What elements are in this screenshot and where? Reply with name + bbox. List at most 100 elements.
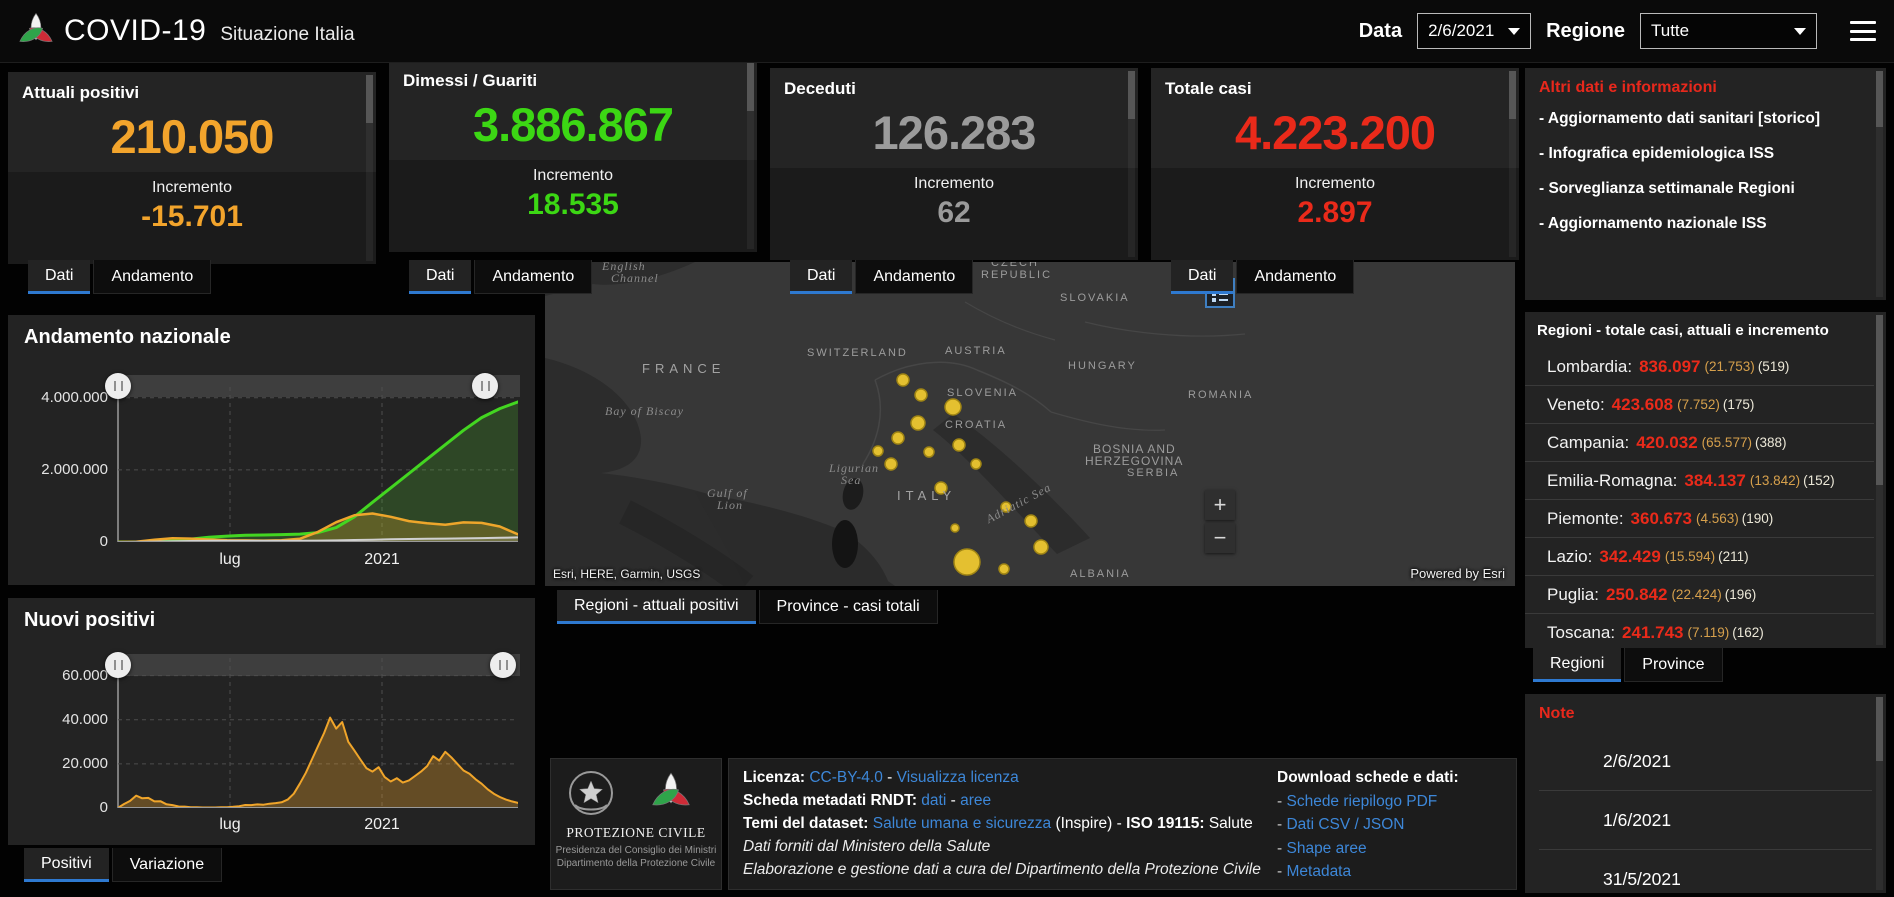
card-scrollbar[interactable] bbox=[747, 63, 754, 249]
map-zoom-in-button[interactable]: + bbox=[1205, 490, 1235, 520]
dati-link[interactable]: dati bbox=[921, 792, 946, 809]
tab-andamento[interactable]: Andamento bbox=[1236, 260, 1354, 294]
map-bubble[interactable] bbox=[873, 446, 883, 456]
slider-handle-left[interactable] bbox=[105, 373, 131, 399]
map-bubble[interactable] bbox=[953, 439, 965, 451]
tab-positivi[interactable]: Positivi bbox=[24, 848, 109, 882]
slider-handle-right[interactable] bbox=[472, 373, 498, 399]
andamento-nazionale-panel: Andamento nazionale 4.000.000 2.000.000 … bbox=[8, 315, 535, 585]
tab-andamento[interactable]: Andamento bbox=[93, 260, 211, 294]
tab-dati[interactable]: Dati bbox=[790, 260, 852, 294]
date-select[interactable]: 2/6/2021 bbox=[1417, 13, 1531, 49]
card-totale-casi: Totale casi 4.223.200 Incremento 2.897 bbox=[1151, 68, 1519, 260]
grip-icon bbox=[499, 660, 508, 670]
tab-regioni[interactable]: Regioni bbox=[1533, 648, 1621, 682]
license-line: Licenza: CC-BY-4.0 - Visualizza licenza bbox=[743, 766, 1268, 789]
tab-andamento[interactable]: Andamento bbox=[474, 260, 592, 294]
map-bubble[interactable] bbox=[1034, 540, 1048, 554]
region-row: Emilia-Romagna: 384.137 (13.842) (152) bbox=[1525, 461, 1874, 499]
map-bubble[interactable] bbox=[924, 447, 934, 457]
card-title: Deceduti bbox=[784, 79, 856, 99]
map-label: Sea bbox=[841, 473, 861, 488]
salute-umana-link[interactable]: Salute umana e sicurezza bbox=[873, 815, 1051, 832]
increment-label: Incremento bbox=[8, 179, 376, 197]
grip-icon bbox=[481, 381, 490, 391]
card-title: Dimessi / Guariti bbox=[403, 71, 537, 91]
map-bubble[interactable] bbox=[915, 389, 927, 401]
link-aggiornamento-dati-sanitari[interactable]: - Aggiornamento dati sanitari [storico] bbox=[1539, 108, 1857, 129]
altri-dati-panel: Altri dati e informazioni - Aggiornament… bbox=[1525, 68, 1886, 300]
slider-handle-left[interactable] bbox=[105, 652, 131, 678]
map-label: ALBANIA bbox=[1070, 568, 1130, 580]
map-label: SERBIA bbox=[1127, 467, 1179, 479]
region-select[interactable]: Tutte bbox=[1640, 13, 1817, 49]
license-line: Temi del dataset: Salute umana e sicurez… bbox=[743, 812, 1268, 835]
tab-andamento[interactable]: Andamento bbox=[855, 260, 973, 294]
increment-value: -15.701 bbox=[8, 200, 376, 234]
regione-label: Regione bbox=[1546, 20, 1625, 43]
map-bubble[interactable] bbox=[999, 564, 1009, 574]
panel-scrollbar[interactable] bbox=[1876, 71, 1883, 297]
panel-scrollbar[interactable] bbox=[1876, 697, 1883, 890]
map-bubble[interactable] bbox=[954, 549, 980, 575]
tab-regioni-attuali-positivi[interactable]: Regioni - attuali positivi bbox=[557, 590, 756, 624]
region-row: Puglia: 250.842 (22.424) (196) bbox=[1525, 575, 1874, 613]
y-tick: 0 bbox=[14, 799, 108, 816]
menu-button[interactable] bbox=[1850, 21, 1876, 41]
grip-icon bbox=[114, 381, 123, 391]
link-aggiornamento-nazionale-iss[interactable]: - Aggiornamento nazionale ISS bbox=[1539, 213, 1857, 234]
map-label: SWITZERLAND bbox=[807, 347, 908, 359]
nuovi-positivi-chart bbox=[118, 658, 518, 808]
y-tick: 60.000 bbox=[14, 667, 108, 684]
panel-title: Regioni - totale casi, attuali e increme… bbox=[1537, 322, 1829, 339]
map-bubble[interactable] bbox=[945, 399, 961, 415]
map-bubble[interactable] bbox=[971, 459, 981, 469]
map-bubble[interactable] bbox=[1025, 515, 1037, 527]
shape-aree-link[interactable]: Shape aree bbox=[1286, 840, 1366, 857]
card-scrollbar[interactable] bbox=[1128, 71, 1135, 257]
map-label: SLOVENIA bbox=[947, 387, 1018, 399]
tab-variazione[interactable]: Variazione bbox=[112, 848, 222, 882]
tab-dati[interactable]: Dati bbox=[28, 260, 90, 294]
metadata-link[interactable]: Metadata bbox=[1286, 863, 1351, 880]
slider-handle-right[interactable] bbox=[490, 652, 516, 678]
card-dimessi-guariti: Dimessi / Guariti 3.886.867 Incremento 1… bbox=[389, 60, 757, 252]
card4-tabs: Dati Andamento bbox=[1171, 260, 1354, 294]
panel-scrollbar[interactable] bbox=[1876, 315, 1883, 645]
dati-csv-json-link[interactable]: Dati CSV / JSON bbox=[1286, 816, 1404, 833]
card-value: 3.886.867 bbox=[389, 97, 757, 152]
map-zoom-out-button[interactable]: − bbox=[1205, 523, 1235, 553]
map-bubble[interactable] bbox=[885, 458, 897, 470]
map[interactable]: English Channel CZECH REPUBLIC SLOVAKIA … bbox=[545, 262, 1515, 586]
card-scrollbar[interactable] bbox=[1509, 71, 1516, 257]
tab-dati[interactable]: Dati bbox=[1171, 260, 1233, 294]
tab-province-casi-totali[interactable]: Province - casi totali bbox=[759, 590, 938, 624]
map-bubble[interactable] bbox=[911, 416, 925, 430]
link-sorveglianza-regioni[interactable]: - Sorveglianza settimanale Regioni bbox=[1539, 178, 1857, 199]
map-bubble[interactable] bbox=[897, 374, 909, 386]
y-tick: 20.000 bbox=[14, 755, 108, 772]
map-label: ROMANIA bbox=[1188, 389, 1253, 401]
map-base bbox=[545, 262, 1515, 586]
cc-by-link[interactable]: CC-BY-4.0 bbox=[809, 769, 883, 786]
covid-dashboard: COVID-19 Situazione Italia Data 2/6/2021… bbox=[0, 0, 1894, 897]
card-scrollbar[interactable] bbox=[366, 75, 373, 261]
region-select-value: Tutte bbox=[1651, 21, 1689, 41]
map-bubble[interactable] bbox=[892, 432, 904, 444]
tab-dati[interactable]: Dati bbox=[409, 260, 471, 294]
x-tick: 2021 bbox=[352, 551, 412, 569]
presidenza-line: Presidenza del Consiglio dei Ministri bbox=[551, 845, 721, 856]
increment-value: 62 bbox=[770, 196, 1138, 230]
map-bubble[interactable] bbox=[951, 524, 959, 532]
schede-pdf-link[interactable]: Schede riepilogo PDF bbox=[1286, 793, 1437, 810]
regioni-province-tabs: Regioni Province bbox=[1533, 648, 1723, 682]
card-title: Attuali positivi bbox=[22, 83, 139, 103]
tab-province[interactable]: Province bbox=[1624, 648, 1722, 682]
app-subtitle: Situazione Italia bbox=[220, 17, 354, 46]
license-line: Elaborazione e gestione dati a cura del … bbox=[743, 858, 1268, 881]
aree-link[interactable]: aree bbox=[960, 792, 991, 809]
map-label: ITALY bbox=[897, 488, 956, 503]
map-label: SLOVAKIA bbox=[1060, 292, 1130, 304]
link-infografica-iss[interactable]: - Infografica epidemiologica ISS bbox=[1539, 143, 1857, 164]
visualizza-licenza-link[interactable]: Visualizza licenza bbox=[897, 769, 1019, 786]
